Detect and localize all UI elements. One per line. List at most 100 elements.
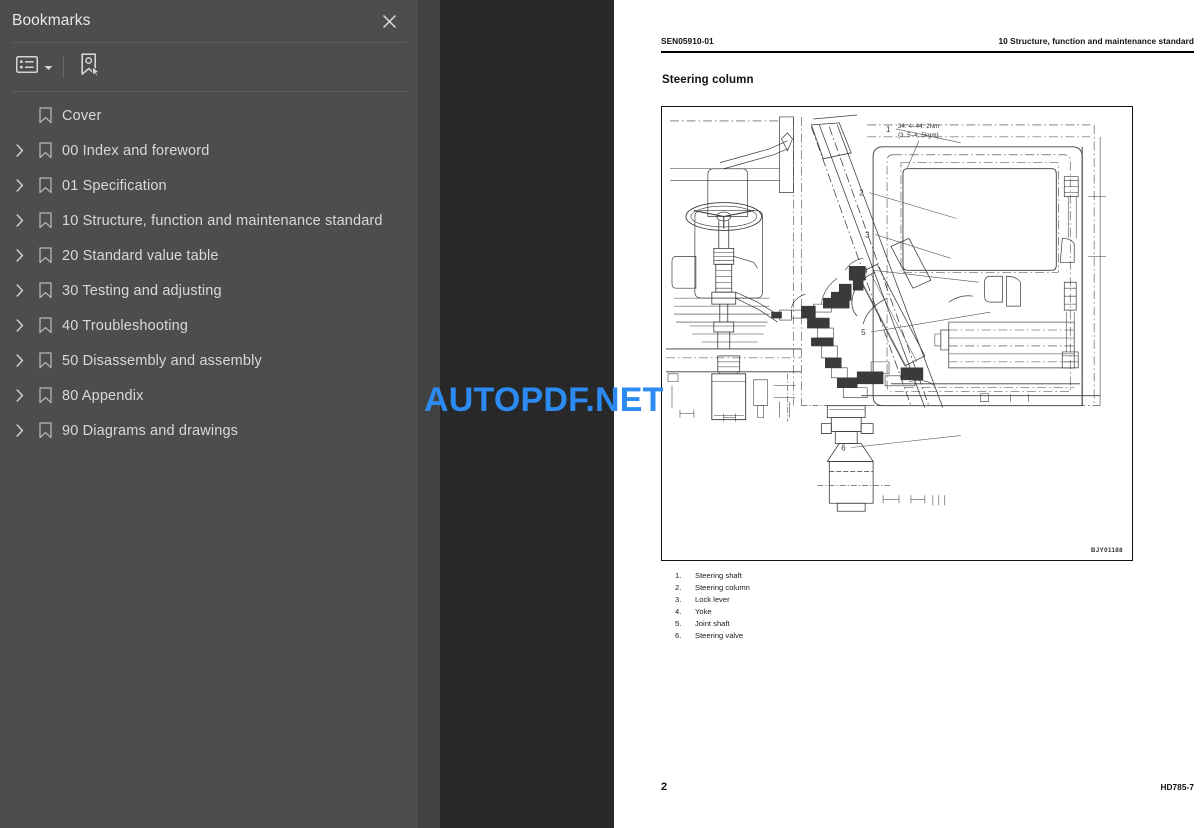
chevron-right-icon bbox=[16, 249, 24, 262]
bookmarks-panel-header: Bookmarks bbox=[0, 0, 418, 41]
page-footer: 2 HD785-7 bbox=[661, 781, 1194, 793]
document-code: SEN05910-01 bbox=[661, 36, 714, 46]
bookmark-label: 10 Structure, function and maintenance s… bbox=[62, 212, 383, 229]
callout-5: 5 bbox=[861, 328, 866, 337]
bookmark-item-90-diagrams-and-drawings[interactable]: 90 Diagrams and drawings bbox=[0, 413, 418, 448]
bookmark-label: 80 Appendix bbox=[62, 387, 144, 404]
bookmark-icon bbox=[32, 282, 58, 299]
legend-number: 2. bbox=[675, 582, 682, 592]
bookmark-item-80-appendix[interactable]: 80 Appendix bbox=[0, 378, 418, 413]
page-content: SEN05910-01 10 Structure, function and m… bbox=[661, 0, 1194, 828]
chevron-right-icon bbox=[16, 144, 24, 157]
callout-6: 6 bbox=[841, 443, 846, 452]
chevron-right-icon bbox=[16, 354, 24, 367]
close-panel-button[interactable] bbox=[376, 8, 402, 34]
section-heading: Steering column bbox=[662, 74, 754, 86]
bookmark-label: Cover bbox=[62, 107, 102, 124]
bookmarks-panel-title: Bookmarks bbox=[12, 11, 91, 29]
bookmark-item-01-specification[interactable]: 01 Specification bbox=[0, 168, 418, 203]
expand-toggle[interactable] bbox=[8, 179, 32, 192]
chevron-right-icon bbox=[16, 179, 24, 192]
chevron-right-icon bbox=[16, 424, 24, 437]
chevron-right-icon bbox=[16, 389, 24, 402]
figure-id-label: BJY01188 bbox=[1090, 547, 1123, 554]
new-bookmark-button[interactable] bbox=[76, 52, 104, 82]
chapter-title: 10 Structure, function and maintenance s… bbox=[998, 36, 1194, 46]
bookmark-icon bbox=[32, 177, 58, 194]
bookmark-icon bbox=[32, 352, 58, 369]
legend-number: 5. bbox=[675, 618, 682, 628]
bookmark-label: 01 Specification bbox=[62, 177, 167, 194]
expand-toggle[interactable] bbox=[8, 214, 32, 227]
legend-item: 3. Lock lever bbox=[675, 594, 750, 606]
callout-3: 3 bbox=[865, 230, 870, 239]
model-label: HD785-7 bbox=[1160, 782, 1194, 792]
bookmark-label: 00 Index and foreword bbox=[62, 142, 210, 159]
bookmark-label: 90 Diagrams and drawings bbox=[62, 422, 239, 439]
bookmark-options-caret[interactable] bbox=[41, 52, 55, 82]
panel-resize-handle[interactable] bbox=[418, 0, 440, 828]
expand-toggle[interactable] bbox=[8, 354, 32, 367]
new-bookmark-icon bbox=[79, 52, 102, 82]
bookmark-item-50-disassembly-and-assembly[interactable]: 50 Disassembly and assembly bbox=[0, 343, 418, 378]
bookmark-item-cover[interactable]: Cover bbox=[0, 98, 418, 133]
pdf-viewer-window: Bookmarks Cover 00 Index and foreword 01… bbox=[0, 0, 1200, 828]
legend-text: Lock lever bbox=[695, 594, 730, 604]
legend-number: 3. bbox=[675, 594, 682, 604]
legend-item: 4. Yoke bbox=[675, 606, 750, 618]
bookmark-label: 30 Testing and adjusting bbox=[62, 282, 222, 299]
expand-toggle[interactable] bbox=[8, 144, 32, 157]
bookmark-icon bbox=[32, 422, 58, 439]
chevron-down-icon bbox=[44, 58, 53, 76]
bookmark-label: 50 Disassembly and assembly bbox=[62, 352, 262, 369]
expand-toggle[interactable] bbox=[8, 389, 32, 402]
bookmark-options-button[interactable] bbox=[13, 52, 41, 82]
callout-1: 1 bbox=[886, 125, 891, 134]
bookmark-item-00-index-and-foreword[interactable]: 00 Index and foreword bbox=[0, 133, 418, 168]
legend-item: 6. Steering valve bbox=[675, 630, 750, 642]
legend-text: Steering shaft bbox=[695, 571, 742, 580]
bookmark-item-20-standard-value-table[interactable]: 20 Standard value table bbox=[0, 238, 418, 273]
bookmark-icon bbox=[32, 247, 58, 264]
bookmark-tree: Cover 00 Index and foreword 01 Specifica… bbox=[0, 98, 418, 448]
bookmarks-panel: Bookmarks Cover 00 Index and foreword 01… bbox=[0, 0, 418, 828]
bookmark-label: 40 Troubleshooting bbox=[62, 317, 189, 334]
legend-number: 4. bbox=[675, 606, 682, 616]
expand-toggle[interactable] bbox=[8, 284, 32, 297]
steering-column-drawing: 1 2 3 4 5 6 bbox=[666, 114, 1107, 512]
chevron-right-icon bbox=[16, 319, 24, 332]
figure-legend: 1. Steering shaft 2. Steering column 3. … bbox=[675, 570, 750, 641]
bookmark-icon bbox=[32, 142, 58, 159]
technical-drawing-figure: 34. 4–44. 2Nm {3. 5–4. 5kgm} 1 2 3 4 5 6… bbox=[661, 106, 1133, 561]
legend-item: 2. Steering column bbox=[675, 582, 750, 594]
bookmark-item-30-testing-and-adjusting[interactable]: 30 Testing and adjusting bbox=[0, 273, 418, 308]
legend-number: 6. bbox=[675, 630, 682, 640]
header-rule bbox=[661, 51, 1194, 53]
bookmark-icon bbox=[32, 317, 58, 334]
legend-number: 1. bbox=[675, 571, 682, 580]
page-number: 2 bbox=[661, 781, 668, 793]
bookmark-icon bbox=[32, 387, 58, 404]
document-viewer[interactable]: SEN05910-01 10 Structure, function and m… bbox=[440, 0, 1200, 828]
bookmark-icon bbox=[32, 107, 58, 124]
legend-item: 5. Joint shaft bbox=[675, 618, 750, 630]
expand-toggle[interactable] bbox=[8, 319, 32, 332]
document-page: SEN05910-01 10 Structure, function and m… bbox=[614, 0, 1200, 828]
expand-toggle[interactable] bbox=[8, 424, 32, 437]
legend-text: Steering valve bbox=[695, 630, 744, 640]
toolbar-separator bbox=[63, 56, 64, 78]
page-running-head: SEN05910-01 10 Structure, function and m… bbox=[661, 36, 1194, 46]
list-options-icon bbox=[16, 56, 38, 78]
expand-toggle[interactable] bbox=[8, 249, 32, 262]
bookmark-icon bbox=[32, 212, 58, 229]
toolbar-divider bbox=[12, 91, 407, 92]
bookmark-item-40-troubleshooting[interactable]: 40 Troubleshooting bbox=[0, 308, 418, 343]
chevron-right-icon bbox=[16, 284, 24, 297]
legend-text: Steering column bbox=[695, 582, 750, 592]
legend-item: 1. Steering shaft bbox=[675, 570, 750, 582]
bookmark-label: 20 Standard value table bbox=[62, 247, 219, 264]
legend-text: Joint shaft bbox=[695, 618, 730, 628]
chevron-right-icon bbox=[16, 214, 24, 227]
close-icon bbox=[382, 14, 397, 29]
bookmark-item-10-structure-function-and-maintenance-standard[interactable]: 10 Structure, function and maintenance s… bbox=[0, 203, 418, 238]
